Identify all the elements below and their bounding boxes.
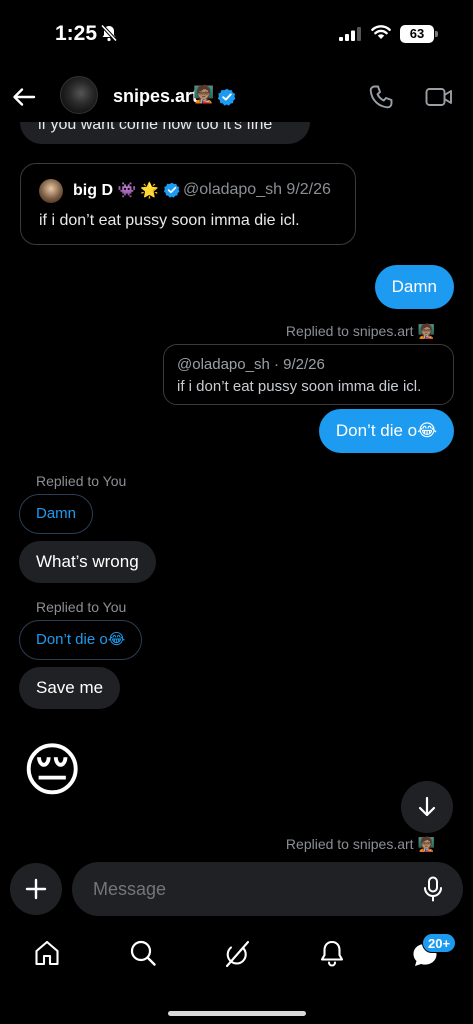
message-bubble-outgoing[interactable]: Don’t die o😂 (318, 409, 454, 453)
message-list[interactable]: if you want come now too it's fine big D… (0, 122, 473, 862)
back-arrow-icon[interactable] (11, 84, 37, 110)
messages-unread-badge: 20+ (422, 933, 457, 953)
replied-to-you-label: Replied to You (36, 473, 127, 489)
avatar[interactable] (60, 76, 98, 114)
replied-to-label: Replied to snipes.art 🧑🏽‍🏫 (286, 836, 435, 853)
message-bubble-incoming[interactable]: Save me (19, 667, 121, 709)
bell-slash-icon (100, 24, 118, 42)
quoted-post-name-emojis: 👾 🌟 (117, 182, 159, 199)
username-emoji: 🧑🏽‍🏫 (193, 85, 215, 104)
status-bar: 1:25 63 (0, 0, 473, 62)
bottom-navigation: 20+ (0, 930, 473, 980)
search-icon[interactable] (129, 939, 157, 967)
message-bubble-outgoing[interactable]: Damn (374, 265, 454, 309)
quoted-post-text: if i don’t eat pussy soon imma die icl. (39, 212, 300, 229)
home-icon[interactable] (34, 939, 60, 967)
replied-to-label: Replied to snipes.art 🧑🏽‍🏫 (286, 323, 435, 340)
message-composer: Message (0, 862, 473, 918)
reply-reference-bubble[interactable]: Damn (19, 494, 94, 534)
plus-icon (25, 878, 47, 900)
reply-quote-text: if i don’t eat pussy soon imma die icl. (177, 378, 422, 395)
video-call-icon[interactable] (425, 84, 453, 110)
quoted-post-handle-date: @oladapo_sh 9/2/26 (183, 181, 331, 198)
conversation-header: snipes.art 🧑🏽‍🏫 (0, 72, 473, 122)
reply-quote-box[interactable]: @oladapo_sh · 9/2/26 if i don’t eat puss… (163, 344, 454, 405)
quoted-post-name: big D 👾 🌟 (73, 181, 159, 200)
replied-to-you-label: Replied to You (36, 599, 127, 615)
battery-indicator: 63 (400, 25, 434, 43)
replied-to-emoji: 🧑🏽‍🏫 (417, 323, 435, 339)
bell-icon[interactable] (319, 939, 345, 967)
reply-reference-bubble[interactable]: Don’t die o😂 (19, 620, 143, 660)
message-bubble-incoming[interactable]: What’s wrong (19, 541, 156, 583)
message-input[interactable]: Message (72, 862, 463, 916)
message-bubble-cut-off[interactable]: if you want come now too it's fine (20, 122, 310, 144)
grok-icon[interactable] (223, 939, 251, 969)
replied-to-text: Replied to snipes.art (285, 323, 414, 339)
home-indicator (168, 1011, 306, 1016)
scroll-to-bottom-button[interactable] (401, 781, 453, 833)
replied-to-emoji: 🧑🏽‍🏫 (417, 836, 435, 852)
battery-cap (435, 31, 438, 37)
microphone-icon[interactable] (422, 876, 444, 902)
verified-badge-icon (164, 182, 180, 198)
wifi-icon (371, 25, 391, 39)
verified-badge-icon (218, 88, 236, 106)
message-input-placeholder: Message (93, 879, 167, 899)
signal-icon (339, 27, 361, 41)
phone-icon[interactable] (368, 84, 394, 110)
add-attachment-button[interactable] (10, 863, 62, 915)
quoted-post-card[interactable]: big D 👾 🌟 @oladapo_sh 9/2/26 if i don’t … (20, 163, 356, 245)
status-time: 1:25 (55, 22, 98, 45)
replied-to-text: Replied to snipes.art (285, 836, 414, 852)
arrow-down-icon (418, 796, 436, 817)
quoted-post-display-name: big D (73, 182, 113, 199)
quoted-post-avatar (39, 179, 63, 203)
conversation-username[interactable]: snipes.art (113, 86, 198, 107)
emoji-message[interactable]: 😔 (22, 739, 82, 803)
reply-quote-meta: @oladapo_sh · 9/2/26 (177, 356, 325, 373)
